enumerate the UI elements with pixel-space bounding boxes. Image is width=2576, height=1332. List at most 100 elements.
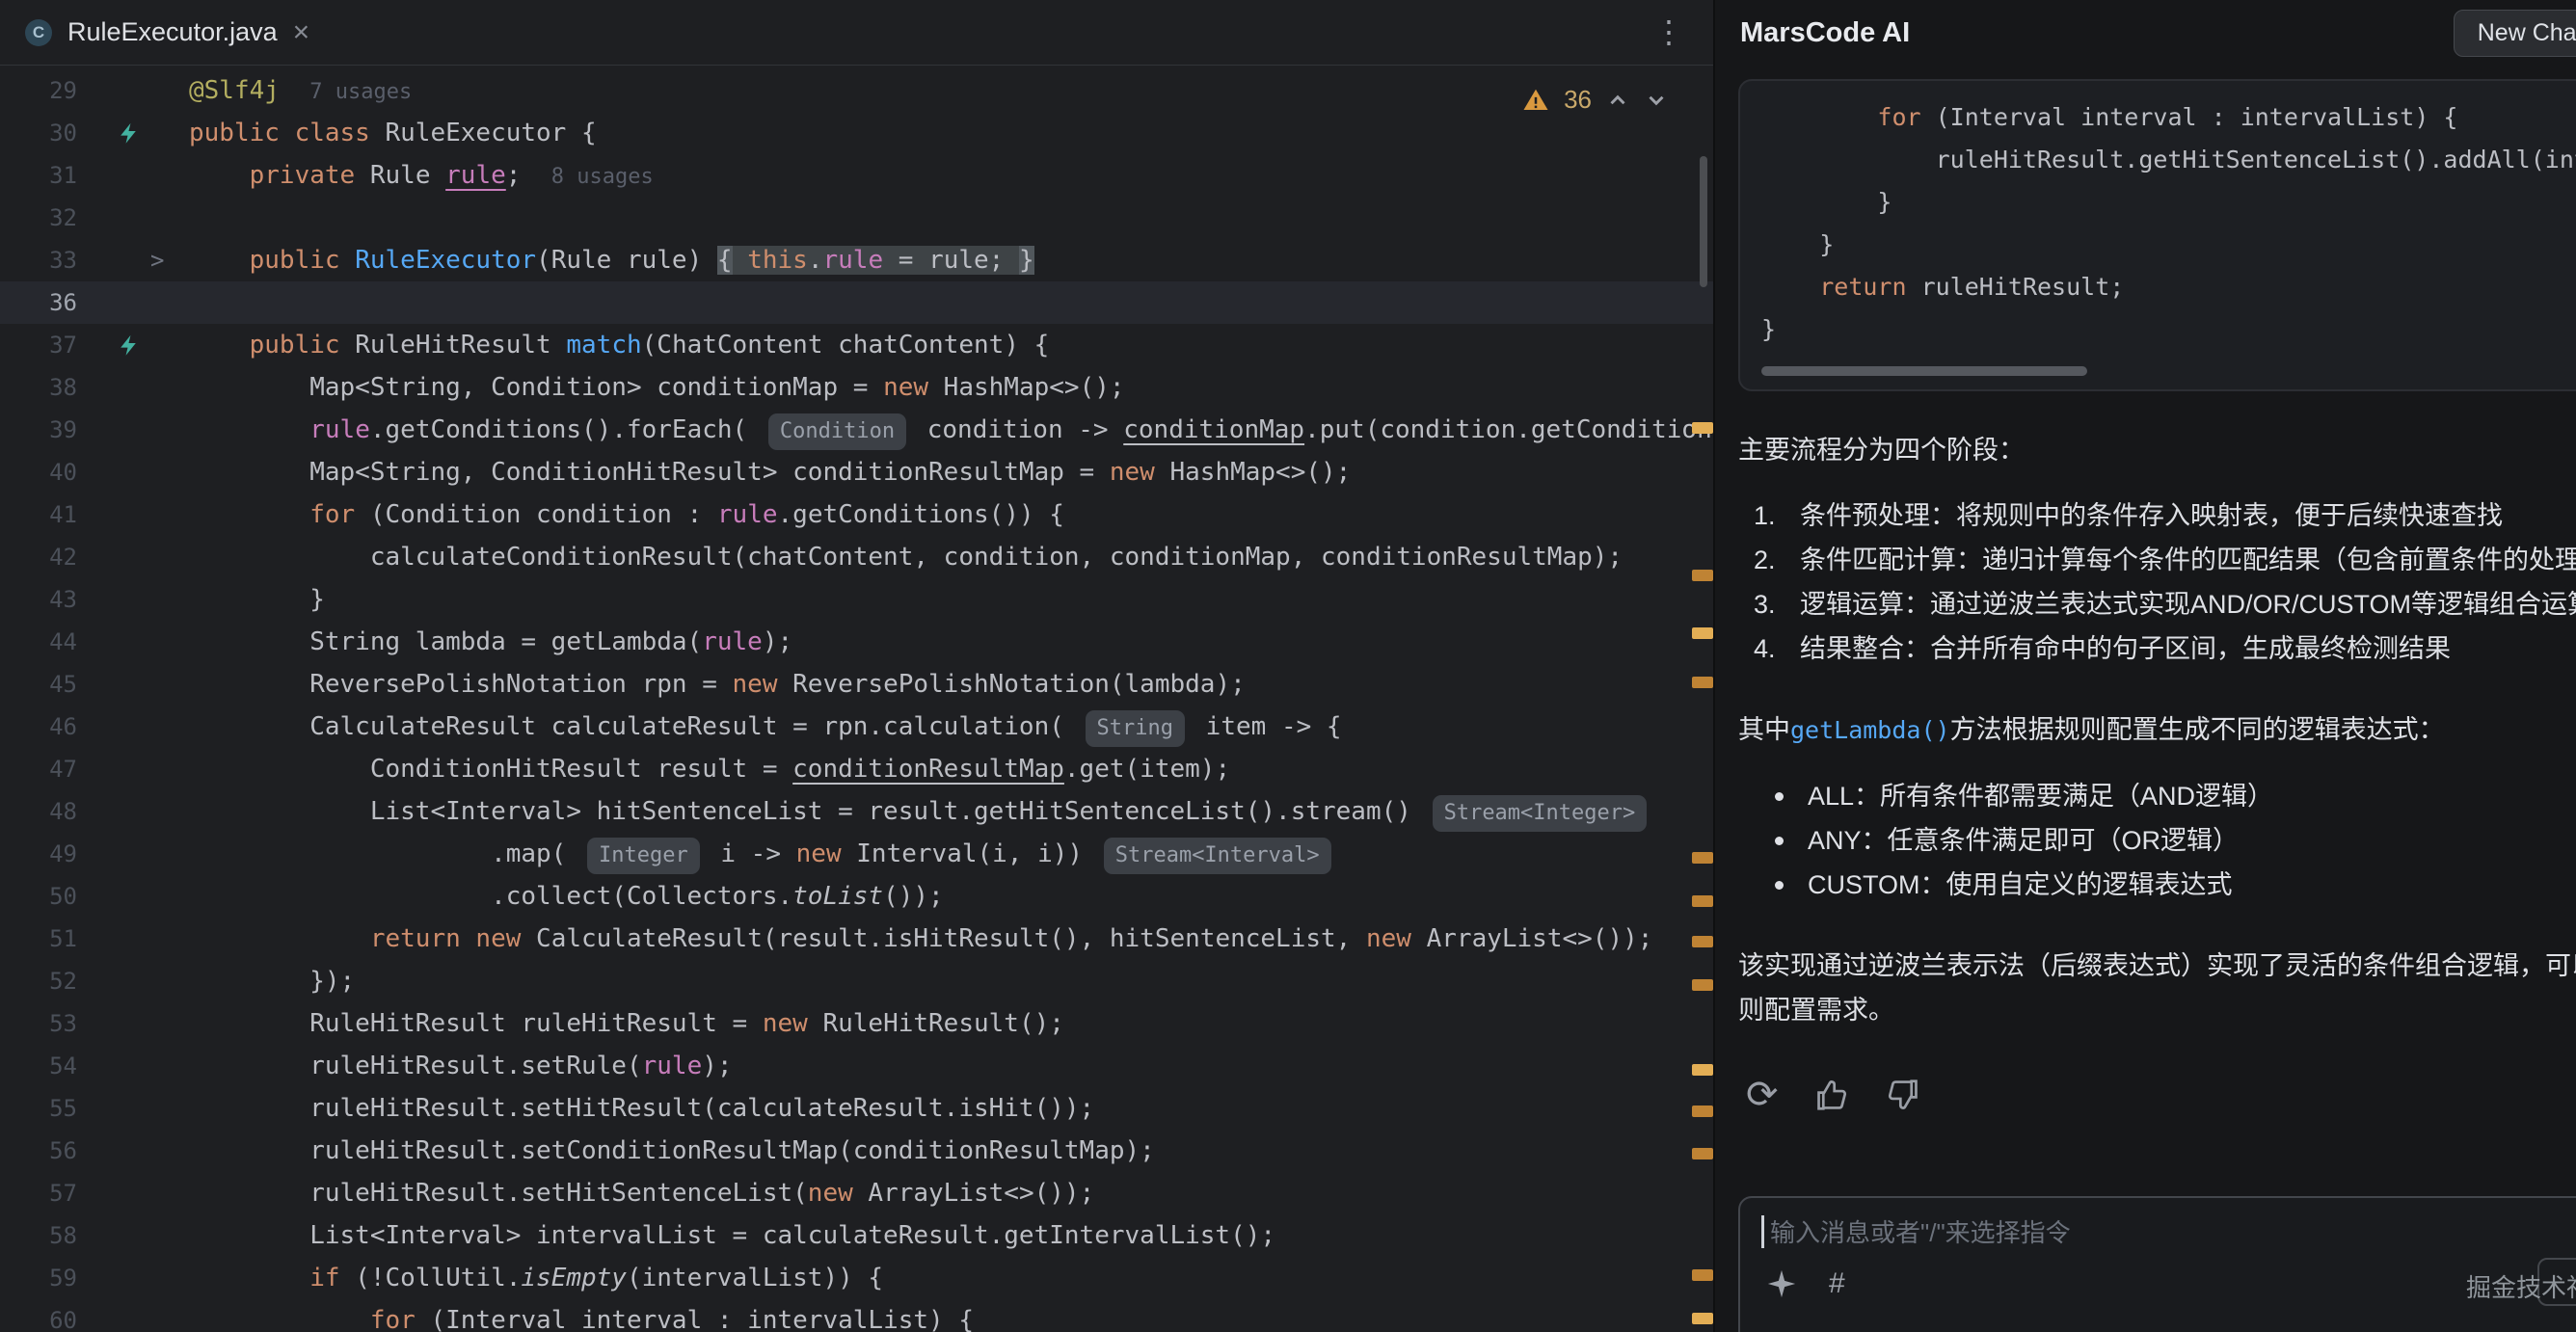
line-number[interactable]: 42 xyxy=(0,536,77,578)
line-number[interactable]: 55 xyxy=(0,1087,77,1130)
code-line-text[interactable]: ruleHitResult.setHitResult(calculateResu… xyxy=(189,1087,1713,1130)
gutter[interactable] xyxy=(77,1087,189,1130)
close-icon[interactable]: × xyxy=(293,18,310,47)
gutter[interactable] xyxy=(77,875,189,918)
code-line[interactable]: 59 if (!CollUtil.isEmpty(intervalList)) … xyxy=(0,1257,1713,1299)
line-number[interactable]: 36 xyxy=(0,281,77,324)
new-chat-button[interactable]: New Chat xyxy=(2454,10,2576,57)
gutter[interactable] xyxy=(77,1257,189,1299)
code-line[interactable]: 36 xyxy=(0,281,1713,324)
code-line-text[interactable] xyxy=(189,197,1713,239)
line-number[interactable]: 33 xyxy=(0,239,77,281)
code-line[interactable]: 46 CalculateResult calculateResult = rpn… xyxy=(0,706,1713,748)
code-line[interactable]: 31 private Rule rule; 8 usages xyxy=(0,154,1713,197)
prev-warning-icon[interactable] xyxy=(1605,88,1630,113)
code-line-text[interactable]: ruleHitResult.setConditionResultMap(cond… xyxy=(189,1130,1713,1172)
gutter[interactable] xyxy=(77,1172,189,1214)
gutter[interactable] xyxy=(77,281,189,324)
warning-stripe-mark[interactable] xyxy=(1692,570,1713,581)
gutter[interactable] xyxy=(77,536,189,578)
code-line-text[interactable]: ConditionHitResult result = conditionRes… xyxy=(189,748,1713,790)
warning-stripe-mark[interactable] xyxy=(1692,979,1713,991)
code-line-text[interactable]: rule.getConditions().forEach( Condition … xyxy=(189,409,1713,451)
code-line-text[interactable]: CalculateResult calculateResult = rpn.ca… xyxy=(189,706,1713,748)
code-line-text[interactable]: List<Interval> hitSentenceList = result.… xyxy=(189,790,1713,833)
warning-stripe-mark[interactable] xyxy=(1692,852,1713,864)
line-number[interactable]: 52 xyxy=(0,960,77,1002)
gutter[interactable] xyxy=(77,790,189,833)
gutter[interactable] xyxy=(77,197,189,239)
code-line-text[interactable]: ReversePolishNotation rpn = new ReverseP… xyxy=(189,663,1713,706)
code-line[interactable]: 54 ruleHitResult.setRule(rule); xyxy=(0,1045,1713,1087)
line-number[interactable]: 32 xyxy=(0,197,77,239)
scrollbar-thumb[interactable] xyxy=(1700,156,1707,287)
line-number[interactable]: 59 xyxy=(0,1257,77,1299)
code-line[interactable]: 43 } xyxy=(0,578,1713,621)
code-line[interactable]: 30public class RuleExecutor { xyxy=(0,112,1713,154)
gutter[interactable] xyxy=(77,578,189,621)
code-line[interactable]: 29 @Slf4j 7 usages xyxy=(0,69,1713,112)
gutter[interactable] xyxy=(77,706,189,748)
code-line-text[interactable]: .collect(Collectors.toList()); xyxy=(189,875,1713,918)
line-number[interactable]: 48 xyxy=(0,790,77,833)
line-number[interactable]: 53 xyxy=(0,1002,77,1045)
code-line[interactable]: 58 List<Interval> intervalList = calcula… xyxy=(0,1214,1713,1257)
code-line-text[interactable]: if (!CollUtil.isEmpty(intervalList)) { xyxy=(189,1257,1713,1299)
code-line-text[interactable]: private Rule rule; 8 usages xyxy=(189,154,1713,197)
regenerate-icon[interactable]: ⟳ xyxy=(1746,1077,1779,1113)
line-number[interactable]: 46 xyxy=(0,706,77,748)
code-line[interactable]: 50 .collect(Collectors.toList()); xyxy=(0,875,1713,918)
line-number[interactable]: 41 xyxy=(0,493,77,536)
line-number[interactable]: 47 xyxy=(0,748,77,790)
warning-stripe-mark[interactable] xyxy=(1692,1148,1713,1159)
gutter[interactable] xyxy=(77,663,189,706)
context-icon[interactable]: # xyxy=(1829,1267,1845,1300)
line-number[interactable]: 58 xyxy=(0,1214,77,1257)
gutter[interactable] xyxy=(77,833,189,875)
line-number[interactable]: 31 xyxy=(0,154,77,197)
warning-stripe-mark[interactable] xyxy=(1692,422,1713,434)
gutter[interactable] xyxy=(77,1045,189,1087)
code-line-text[interactable]: } xyxy=(189,578,1713,621)
marscode-gutter-icon[interactable] xyxy=(116,120,141,146)
code-line-text[interactable]: }); xyxy=(189,960,1713,1002)
gutter[interactable] xyxy=(77,324,189,366)
gutter[interactable] xyxy=(77,112,189,154)
code-editor[interactable]: 29 @Slf4j 7 usages30public class RuleExec… xyxy=(0,66,1713,1332)
line-number[interactable]: 30 xyxy=(0,112,77,154)
line-number[interactable]: 29 xyxy=(0,69,77,112)
code-line[interactable]: 33> public RuleExecutor(Rule rule) { thi… xyxy=(0,239,1713,281)
marscode-gutter-icon[interactable] xyxy=(116,333,141,358)
code-line[interactable]: 52 }); xyxy=(0,960,1713,1002)
code-line-text[interactable] xyxy=(189,281,1713,324)
code-line[interactable]: 44 String lambda = getLambda(rule); xyxy=(0,621,1713,663)
gutter[interactable] xyxy=(77,918,189,960)
gutter[interactable]: > xyxy=(77,239,189,281)
ai-code-block[interactable]: for (Interval interval : intervalList) {… xyxy=(1738,79,2576,391)
gutter[interactable] xyxy=(77,493,189,536)
code-line[interactable]: 37 public RuleHitResult match(ChatConten… xyxy=(0,324,1713,366)
line-number[interactable]: 43 xyxy=(0,578,77,621)
code-line-text[interactable]: @Slf4j 7 usages xyxy=(189,69,1713,112)
code-line[interactable]: 60 for (Interval interval : intervalList… xyxy=(0,1299,1713,1332)
code-line-text[interactable]: .map( Integer i -> new Interval(i, i)) S… xyxy=(189,833,1713,875)
code-line-text[interactable]: for (Condition condition : rule.getCondi… xyxy=(189,493,1713,536)
code-line-text[interactable]: Map<String, ConditionHitResult> conditio… xyxy=(189,451,1713,493)
code-line[interactable]: 49 .map( Integer i -> new Interval(i, i)… xyxy=(0,833,1713,875)
code-line[interactable]: 40 Map<String, ConditionHitResult> condi… xyxy=(0,451,1713,493)
code-line-text[interactable]: ruleHitResult.setHitSentenceList(new Arr… xyxy=(189,1172,1713,1214)
warning-stripe-mark[interactable] xyxy=(1692,1269,1713,1281)
line-number[interactable]: 45 xyxy=(0,663,77,706)
chat-input[interactable]: 输入消息或者"/"来选择指令 # xyxy=(1738,1196,2576,1332)
line-number[interactable]: 44 xyxy=(0,621,77,663)
gutter[interactable] xyxy=(77,1214,189,1257)
gutter[interactable] xyxy=(77,366,189,409)
line-number[interactable]: 39 xyxy=(0,409,77,451)
warning-stripe-mark[interactable] xyxy=(1692,895,1713,907)
code-line[interactable]: 57 ruleHitResult.setHitSentenceList(new … xyxy=(0,1172,1713,1214)
warning-stripe-mark[interactable] xyxy=(1692,1313,1713,1324)
line-number[interactable]: 50 xyxy=(0,875,77,918)
line-number[interactable]: 37 xyxy=(0,324,77,366)
fold-arrow-icon[interactable]: > xyxy=(150,239,164,281)
tab-rule-executor[interactable]: C RuleExecutor.java × xyxy=(0,0,338,65)
